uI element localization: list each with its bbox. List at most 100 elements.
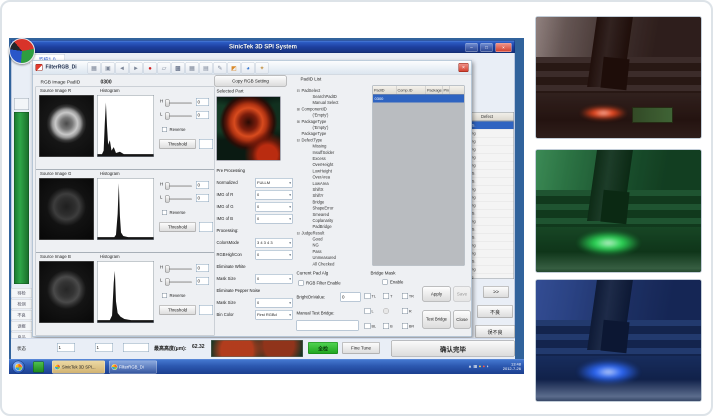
pre-processing-select[interactable]: FULLM▾ xyxy=(256,178,293,188)
grid-icon[interactable]: ▦ xyxy=(186,62,199,74)
l-slider-track[interactable] xyxy=(166,282,192,284)
pre-processing-select[interactable]: 0▾ xyxy=(256,190,293,200)
mask-checkbox[interactable] xyxy=(402,308,408,314)
mask-checkbox[interactable] xyxy=(365,293,371,299)
manual-test-bridge-field[interactable] xyxy=(297,321,359,331)
threshold-button[interactable]: Threshold xyxy=(159,222,196,232)
pre-processing-select[interactable]: First RGBd▾ xyxy=(256,310,293,320)
close-button[interactable]: × xyxy=(496,43,512,52)
full-scan-button[interactable]: 全检 xyxy=(308,342,338,354)
side-label[interactable]: 检测 xyxy=(11,299,32,309)
pencil-icon[interactable]: ✎ xyxy=(214,62,227,74)
ng-button[interactable]: 不良 xyxy=(477,305,513,318)
l-slider-thumb[interactable] xyxy=(165,279,170,286)
h-value-field[interactable]: 0 xyxy=(196,98,209,106)
palette-icon[interactable]: ◩ xyxy=(228,62,241,74)
mask-checkbox[interactable] xyxy=(365,323,371,329)
next-icon[interactable]: ► xyxy=(130,62,143,74)
pre-processing-select[interactable]: 0▾ xyxy=(256,250,293,260)
pre-processing-select[interactable]: 3 4 3 4 3▾ xyxy=(256,238,293,248)
tray-status-yellow-icon[interactable]: ● xyxy=(479,364,481,369)
mask-checkbox[interactable] xyxy=(383,323,389,329)
l-slider-track[interactable] xyxy=(166,199,192,201)
tray-status-red-icon[interactable]: ● xyxy=(483,364,485,369)
h-slider-track[interactable] xyxy=(166,186,192,188)
taskbar-app-icon[interactable] xyxy=(33,362,44,373)
threshold-field[interactable] xyxy=(199,139,213,149)
open-icon[interactable]: ▦ xyxy=(88,62,101,74)
bridge-mask-cell[interactable] xyxy=(383,308,402,314)
save-button[interactable]: Save xyxy=(454,287,471,302)
apply-button[interactable]: Apply xyxy=(423,287,451,302)
pre-processing-select[interactable]: 0▾ xyxy=(256,202,293,212)
bridge-mask-cell[interactable]: BL xyxy=(365,323,384,329)
bridge-mask-cell[interactable]: BR xyxy=(402,323,421,329)
tray-network-icon[interactable]: ▦ xyxy=(473,364,477,369)
rgb-icon[interactable]: ◕ xyxy=(242,62,255,74)
dialog-titlebar[interactable]: FilterRGB_Di ▦▣◄►●▱▩▦▤✎◩◕✦ × xyxy=(33,61,472,75)
false-ng-button[interactable]: 误不良 xyxy=(475,325,515,338)
minimize-button[interactable]: – xyxy=(466,43,478,52)
status-field-1[interactable]: 1 xyxy=(57,343,75,352)
h-slider-track[interactable] xyxy=(166,269,192,271)
bridge-mask-cell[interactable]: R xyxy=(402,308,421,314)
status-field-2[interactable]: 1 xyxy=(95,343,113,352)
pre-processing-select[interactable]: 0▾ xyxy=(256,274,293,284)
start-button[interactable] xyxy=(12,361,25,374)
threshold-button[interactable]: Threshold xyxy=(159,305,196,315)
threshold-button[interactable]: Threshold xyxy=(159,139,196,149)
l-value-field[interactable]: 0 xyxy=(196,277,209,285)
bridge-enable-checkbox[interactable] xyxy=(383,280,388,285)
taskbar-task-spi[interactable]: SinicTek 3D SPI... xyxy=(52,361,105,374)
threshold-field[interactable] xyxy=(199,305,213,315)
bridge-mask-cell[interactable]: B xyxy=(383,323,402,329)
taskbar-task-filter[interactable]: FilterRGB_Di xyxy=(109,361,157,374)
mask-checkbox[interactable] xyxy=(383,308,389,314)
l-value-field[interactable]: 0 xyxy=(196,194,209,202)
pad-table-selected-row[interactable]: 0300 xyxy=(373,95,464,103)
h-slider-track[interactable] xyxy=(166,103,192,105)
dialog-close-icon[interactable]: × xyxy=(459,63,469,72)
h-slider-thumb[interactable] xyxy=(165,100,170,107)
fine-tune-button[interactable]: Fine Tune xyxy=(342,342,380,354)
pre-processing-select[interactable]: 0▾ xyxy=(256,214,293,224)
hand-icon[interactable]: ✦ xyxy=(256,62,269,74)
pre-processing-select[interactable]: 0▾ xyxy=(256,298,293,308)
measure-icon[interactable]: ▱ xyxy=(158,62,171,74)
mask-checkbox[interactable] xyxy=(402,293,408,299)
l-slider-thumb[interactable] xyxy=(165,113,170,120)
h-slider-thumb[interactable] xyxy=(165,266,170,273)
maximize-button[interactable]: □ xyxy=(481,43,493,52)
l-slider-track[interactable] xyxy=(166,116,192,118)
reverse-checkbox[interactable] xyxy=(162,293,167,298)
bridge-mask-cell[interactable]: T xyxy=(383,293,402,299)
copy-rgb-setting-button[interactable]: Copy RGB Setting xyxy=(215,76,287,87)
main-window-titlebar[interactable]: SinicTek 3D SPI System – □ × xyxy=(11,40,515,53)
h-slider-thumb[interactable] xyxy=(165,183,170,190)
side-label[interactable]: 待检 xyxy=(11,288,32,298)
reverse-checkbox[interactable] xyxy=(162,210,167,215)
mask-checkbox[interactable] xyxy=(365,308,371,314)
h-value-field[interactable]: 0 xyxy=(196,181,209,189)
l-value-field[interactable]: 0 xyxy=(196,111,209,119)
h-value-field[interactable]: 0 xyxy=(196,264,209,272)
save-icon[interactable]: ▣ xyxy=(102,62,115,74)
bridge-mask-cell[interactable]: TR xyxy=(402,293,421,299)
more-button[interactable]: >> xyxy=(483,286,509,298)
bridge-mask-cell[interactable]: L xyxy=(365,308,384,314)
side-label[interactable]: 不良 xyxy=(11,310,32,320)
tree-item[interactable]: All Checked xyxy=(295,261,369,267)
mask-checkbox[interactable] xyxy=(402,323,408,329)
rgb-filter-checkbox[interactable] xyxy=(299,281,304,286)
side-label[interactable]: 误报 xyxy=(11,321,32,331)
test-bridge-button[interactable]: Test Bridge xyxy=(423,311,451,329)
prev-icon[interactable]: ◄ xyxy=(116,62,129,74)
close-dialog-button[interactable]: Close xyxy=(454,311,471,329)
l-slider-thumb[interactable] xyxy=(165,196,170,203)
status-field-3[interactable] xyxy=(123,343,149,352)
bright-value-field[interactable]: 0 xyxy=(341,293,361,302)
layers-icon[interactable]: ▤ xyxy=(200,62,213,74)
confirm-complete-button[interactable]: 确认完毕 xyxy=(391,341,515,357)
tray-volume-icon[interactable]: ◗ xyxy=(487,364,489,369)
grid-dark-icon[interactable]: ▩ xyxy=(172,62,185,74)
